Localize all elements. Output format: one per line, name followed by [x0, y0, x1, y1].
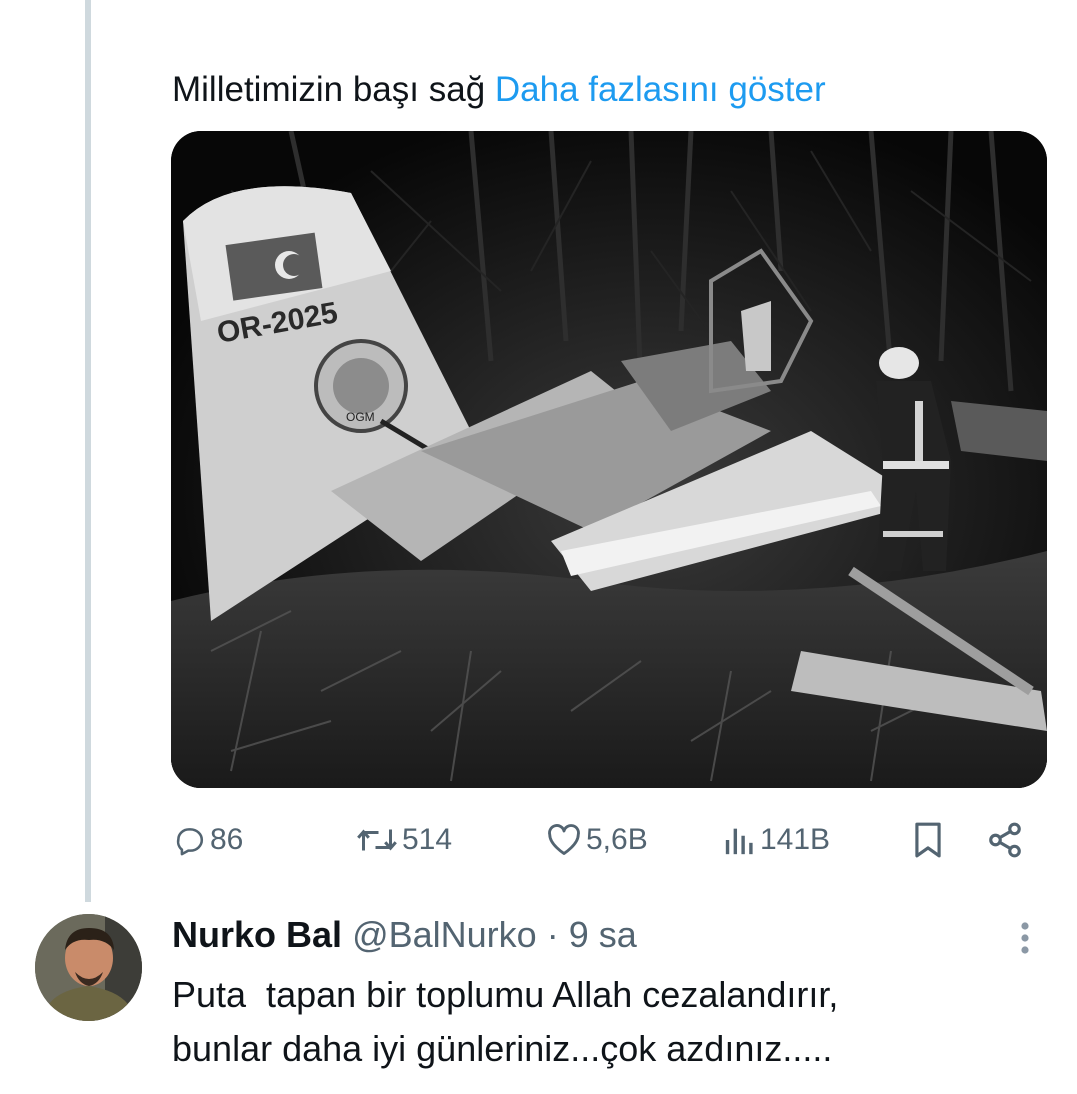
bookmark-button[interactable] [912, 800, 944, 880]
tweet-text: Milletimizin başı sağ Daha fazlasını gös… [172, 66, 826, 114]
views-button[interactable]: 141B [724, 800, 830, 880]
like-button[interactable]: 5,6B [546, 800, 648, 880]
retweet-count: 514 [402, 823, 453, 856]
more-vertical-icon [1021, 922, 1029, 954]
speech-bubble-icon [176, 828, 203, 856]
show-more-link[interactable]: Daha fazlasını göster [495, 70, 826, 109]
reply-button[interactable]: 86 [172, 800, 243, 880]
share-button[interactable] [986, 800, 1024, 880]
reply-line-1: Puta tapan bir toplumu Allah cezalandırı… [172, 974, 839, 1015]
reply-header: Nurko Bal @BalNurko · 9 sa [172, 910, 637, 960]
share-icon [989, 822, 1021, 858]
views-count: 141B [760, 823, 831, 856]
tweet-body: Milletimizin başı sağ [172, 70, 486, 109]
clipped-previous-line [172, 0, 181, 17]
thread-connector-line [85, 0, 91, 902]
bookmark-icon [915, 822, 941, 858]
tweet-media-image[interactable]: OR-2025 OGM [171, 131, 1047, 788]
bar-chart-icon [725, 828, 753, 855]
reply-meta-separator: · [546, 914, 559, 955]
avatar[interactable] [35, 914, 142, 1021]
more-options-button[interactable] [1005, 914, 1045, 964]
user-photo [35, 914, 142, 1021]
plane-crash-photo: OR-2025 OGM [171, 131, 1047, 788]
heart-icon [548, 824, 580, 855]
reply-author-handle[interactable]: @BalNurko [352, 914, 537, 955]
retweet-icon [357, 829, 397, 851]
emblem-text: OGM [346, 410, 375, 424]
reply-count: 86 [210, 823, 244, 856]
retweet-button[interactable]: 514 [356, 800, 452, 880]
like-count: 5,6B [586, 823, 648, 856]
reply-text: Puta tapan bir toplumu Allah cezalandırı… [172, 968, 1052, 1076]
reply-line-2: bunlar daha iyi günleriniz...çok azdınız… [172, 1028, 833, 1069]
reply-timestamp[interactable]: 9 sa [569, 914, 637, 955]
tweet-action-bar: 86 514 5,6B 141B [0, 800, 1077, 880]
reply-author-name[interactable]: Nurko Bal [172, 914, 342, 955]
